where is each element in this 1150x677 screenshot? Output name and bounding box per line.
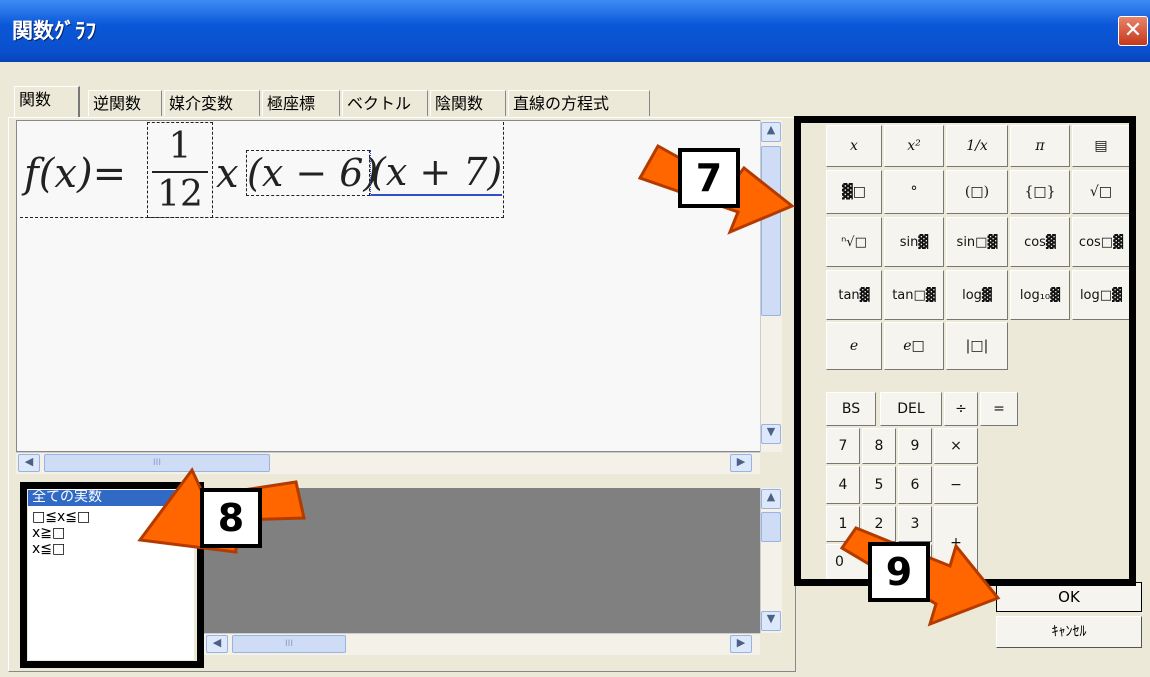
annotation-arrows <box>137 143 1001 627</box>
callout-7: 7 <box>678 148 740 208</box>
callout-9: 9 <box>868 542 930 602</box>
callout-8: 8 <box>200 488 262 548</box>
